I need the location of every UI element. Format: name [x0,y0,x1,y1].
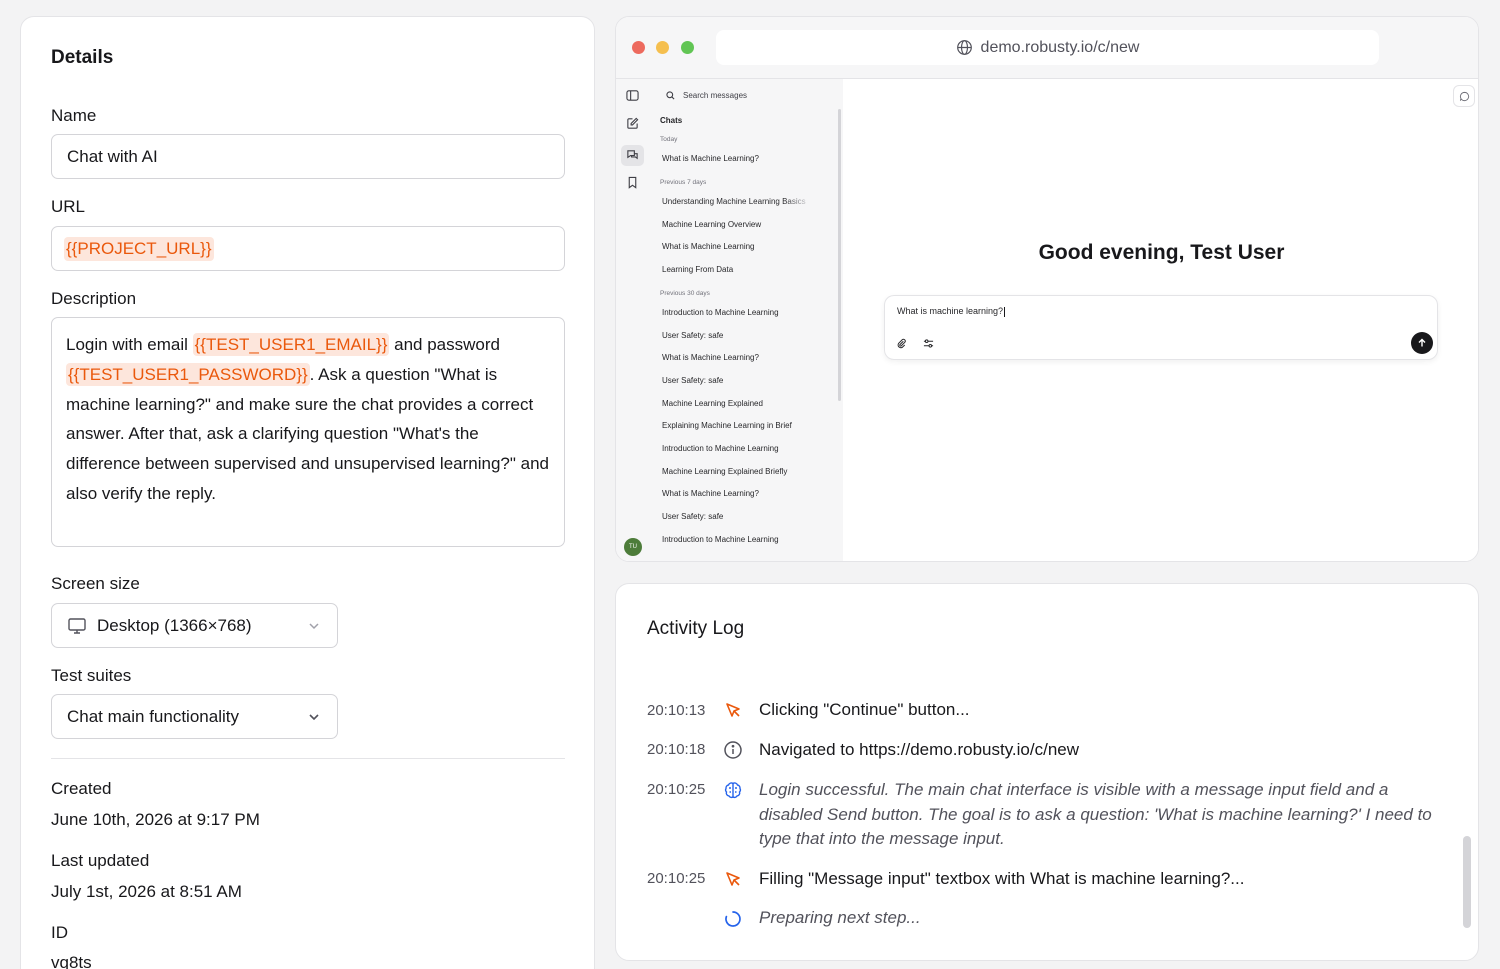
conversation-item[interactable]: User Safety: safe [662,376,832,385]
send-button[interactable] [1411,332,1433,354]
id-label: ID [51,923,68,942]
group-previous-7-days: Previous 7 days [660,179,707,186]
name-input-value: Chat with AI [67,146,158,166]
close-window-dot[interactable] [632,41,645,54]
log-time: 20:10:25 [647,870,706,887]
brain-icon [724,782,742,799]
screen-size-select[interactable]: Desktop (1366×768) [51,603,338,648]
conversation-item[interactable]: Machine Learning Overview [662,220,832,229]
log-time: 20:10:18 [647,741,706,758]
details-panel: Details Name Chat with AI URL {{PROJECT_… [20,16,595,969]
activity-log-title: Activity Log [647,618,745,639]
conversation-item[interactable]: Introduction to Machine Learning [662,308,832,317]
maximize-window-dot[interactable] [681,41,694,54]
id-value: vq8ts [51,953,92,969]
description-text-1: Login with email [66,335,193,354]
chat-sidebar: Search messages Chats Today What is Mach… [650,79,843,561]
name-input[interactable]: Chat with AI [51,134,565,179]
conversation-item[interactable]: User Safety: safe [662,512,832,521]
log-entry-text: Filling "Message input" textbox with Wha… [759,869,1245,888]
log-time: 20:10:13 [647,702,706,719]
new-window-button[interactable] [1453,85,1475,107]
conversation-item[interactable]: What is Machine Learning? [662,353,832,362]
conversation-item[interactable]: Understanding Machine Learning Basics [662,197,832,206]
test-suites-value: Chat main functionality [67,706,239,726]
url-input[interactable]: {{PROJECT_URL}} [51,226,565,271]
chevron-down-icon [309,622,319,629]
description-label: Description [51,289,137,308]
created-value: June 10th, 2026 at 9:17 PM [51,810,260,829]
chevron-down-icon [309,713,319,720]
log-entry-text: Clicking "Continue" button... [759,700,970,719]
activity-log-panel: Activity Log 20:10:13 Clicking "Continue… [615,583,1479,961]
divider [51,758,565,759]
log-entry-text: Navigated to https://demo.robusty.io/c/n… [759,740,1080,759]
message-composer[interactable]: What is machine learning? [884,295,1438,360]
arrow-up-icon [1418,338,1426,347]
info-icon [724,741,742,759]
url-token: {{PROJECT_URL}} [64,236,214,261]
conversation-item[interactable]: Learning From Data [662,265,832,274]
minimize-window-dot[interactable] [656,41,669,54]
log-entry-text: Preparing next step... [759,908,921,927]
log-scrollbar[interactable] [1463,836,1471,928]
conversation-item-label: Understanding Machine Learning Basics [662,197,806,206]
log-time: 20:10:25 [647,781,706,798]
browser-preview: demo.robusty.io/c/new TU Search messages… [615,16,1479,562]
greeting-heading: Good evening, Test User [1038,241,1285,264]
chat-main: Good evening, Test User What is machine … [843,79,1478,561]
cursor-click-icon [726,872,740,886]
paperclip-icon[interactable] [896,338,907,349]
conversation-item[interactable]: Machine Learning Explained Briefly [662,467,832,476]
group-today: Today [660,136,678,143]
updated-label: Last updated [51,851,150,870]
screen-size-label: Screen size [51,574,140,593]
description-text-2: and password [389,335,500,354]
address-bar[interactable]: demo.robusty.io/c/new [716,30,1379,65]
avatar[interactable]: TU [624,538,642,556]
address-text: demo.robusty.io/c/new [980,38,1140,56]
search-placeholder: Search messages [683,91,748,100]
cursor-click-icon [726,703,740,717]
browser-toolbar: demo.robusty.io/c/new [616,17,1478,79]
sidebar-scrollbar[interactable] [838,109,841,401]
conversation-item[interactable]: What is Machine Learning [662,242,832,251]
email-token: {{TEST_USER1_EMAIL}} [192,333,390,356]
conversation-item[interactable]: User Safety: safe [662,331,832,340]
conversation-item[interactable]: What is Machine Learning? [662,489,832,498]
url-label: URL [51,197,86,216]
globe-icon [956,40,972,55]
sidebar-toggle-icon[interactable] [626,89,639,102]
password-token: {{TEST_USER1_PASSWORD}} [66,362,310,386]
conversation-item[interactable]: Introduction to Machine Learning [662,535,832,544]
test-suites-select[interactable]: Chat main functionality [51,694,338,739]
conversation-item[interactable]: Introduction to Machine Learning [662,444,832,453]
created-label: Created [51,779,112,798]
monitor-icon [68,617,86,634]
conversation-item[interactable]: Explaining Machine Learning in Brief [662,421,832,430]
chat-bubble-icon [1459,91,1469,101]
test-suites-label: Test suites [51,666,132,685]
new-chat-icon[interactable] [626,117,639,130]
updated-value: July 1st, 2026 at 8:51 AM [51,882,242,901]
settings-sliders-icon[interactable] [923,338,934,349]
app-rail: TU [616,79,650,561]
screen-size-value: Desktop (1366×768) [97,615,252,635]
details-title: Details [51,47,114,68]
group-previous-30-days: Previous 30 days [660,290,710,297]
search-icon [666,91,675,100]
chats-icon[interactable] [626,149,639,162]
log-entry-text: Login successful. The main chat interfac… [759,780,1432,848]
conversation-item[interactable]: What is Machine Learning? [662,154,832,163]
name-label: Name [51,106,97,125]
spinner-icon [725,911,741,927]
chats-heading: Chats [660,116,683,125]
message-input[interactable]: What is machine learning? [897,306,1005,317]
description-textarea[interactable]: Login with email {{TEST_USER1_EMAIL}} an… [51,317,565,547]
bookmark-icon[interactable] [626,176,639,189]
conversation-item[interactable]: Machine Learning Explained [662,399,832,408]
search-messages-input[interactable]: Search messages [666,91,747,100]
